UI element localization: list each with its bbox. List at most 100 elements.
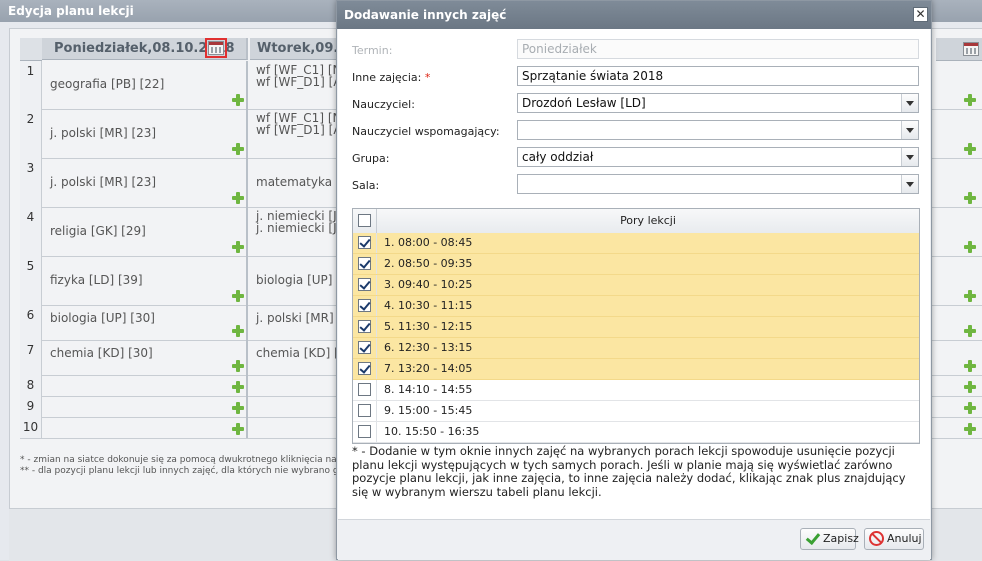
inne-zajecia-label: Inne zajęcia: * xyxy=(352,71,430,84)
add-plus-icon[interactable] xyxy=(964,360,976,372)
add-plus-icon[interactable] xyxy=(232,381,244,393)
period-label: 2. 08:50 - 09:35 xyxy=(384,257,473,270)
add-plus-icon[interactable] xyxy=(232,94,244,106)
period-label: 5. 11:30 - 12:15 xyxy=(384,320,473,333)
row-number: 2 xyxy=(20,109,42,158)
add-plus-icon[interactable] xyxy=(964,423,976,435)
calendar-icon[interactable] xyxy=(205,38,227,58)
period-checkbox-cell xyxy=(353,338,377,358)
grid-footnote-1: * - zmian na siatce dokonuje się za pomo… xyxy=(20,455,379,465)
period-row[interactable]: 1. 08:00 - 08:45 xyxy=(353,233,919,254)
period-label: 8. 14:10 - 14:55 xyxy=(384,383,473,396)
period-label: 7. 13:20 - 14:05 xyxy=(384,362,473,375)
add-plus-icon[interactable] xyxy=(232,290,244,302)
add-plus-icon[interactable] xyxy=(232,402,244,414)
periods-table-header: Pory lekcji xyxy=(353,209,919,234)
cancel-icon xyxy=(869,531,884,546)
period-row[interactable]: 5. 11:30 - 12:15 xyxy=(353,317,919,338)
add-plus-icon[interactable] xyxy=(964,325,976,337)
calendar-icon-right[interactable] xyxy=(963,42,979,56)
lesson-entry: geografia [PB] [22] xyxy=(50,77,165,91)
close-icon[interactable]: ✕ xyxy=(913,7,928,22)
grupa-label: Grupa: xyxy=(352,152,390,165)
period-checkbox[interactable] xyxy=(358,257,371,270)
period-row[interactable]: 7. 13:20 - 14:05 xyxy=(353,359,919,380)
lesson-entry: fizyka [LD] [39] xyxy=(50,272,143,287)
add-plus-icon[interactable] xyxy=(232,241,244,253)
period-row[interactable]: 6. 12:30 - 13:15 xyxy=(353,338,919,359)
chevron-down-icon[interactable] xyxy=(901,94,918,112)
dialog-title-text: Dodawanie innych zajęć xyxy=(344,8,507,22)
row-number: 9 xyxy=(20,396,42,417)
period-checkbox-cell xyxy=(353,359,377,379)
grupa-select-value: cały oddział xyxy=(522,150,594,164)
day1-cell[interactable]: geografia [PB] [22] xyxy=(42,61,248,109)
grid-footnote-2: ** - dla pozycji planu lekcji lub innych… xyxy=(20,466,374,476)
termin-field: Poniedziałek xyxy=(517,39,919,59)
grid-corner xyxy=(20,38,42,61)
row-number: 1 xyxy=(20,61,42,109)
nauczyciel-select[interactable]: Drozdoń Lesław [LD] xyxy=(517,93,919,113)
add-plus-icon[interactable] xyxy=(964,402,976,414)
period-checkbox[interactable] xyxy=(358,278,371,291)
nauczyciel-label: Nauczyciel: xyxy=(352,98,415,111)
period-row[interactable]: 10. 15:50 - 16:35 xyxy=(353,422,919,443)
period-row[interactable]: 8. 14:10 - 14:55 xyxy=(353,380,919,401)
nauczyciel-select-value: Drozdoń Lesław [LD] xyxy=(522,96,646,110)
period-row[interactable]: 9. 15:00 - 15:45 xyxy=(353,401,919,422)
period-checkbox[interactable] xyxy=(358,341,371,354)
add-other-classes-dialog: Dodawanie innych zajęć ✕ Termin: Poniedz… xyxy=(336,0,932,560)
add-plus-icon[interactable] xyxy=(964,143,976,155)
add-plus-icon[interactable] xyxy=(964,192,976,204)
cancel-button[interactable]: Anuluj xyxy=(864,528,924,550)
row-number: 3 xyxy=(20,158,42,207)
chevron-down-icon[interactable] xyxy=(901,148,918,166)
day1-cell[interactable]: biologia [UP] [30] xyxy=(42,305,248,340)
day1-cell[interactable] xyxy=(42,417,248,438)
period-row[interactable]: 3. 09:40 - 10:25 xyxy=(353,275,919,296)
period-row[interactable]: 4. 10:30 - 11:15 xyxy=(353,296,919,317)
day1-cell[interactable]: religia [GK] [29] xyxy=(42,207,248,256)
nauczyciel-wspomagajacy-select[interactable] xyxy=(517,120,919,140)
period-checkbox[interactable] xyxy=(358,404,371,417)
add-plus-icon[interactable] xyxy=(964,290,976,302)
day1-cell[interactable] xyxy=(42,375,248,396)
add-plus-icon[interactable] xyxy=(232,325,244,337)
period-checkbox-cell xyxy=(353,317,377,337)
chevron-down-icon[interactable] xyxy=(901,175,918,193)
day1-cell[interactable]: j. polski [MR] [23] xyxy=(42,158,248,207)
period-checkbox[interactable] xyxy=(358,236,371,249)
save-button[interactable]: Zapisz xyxy=(800,528,859,550)
lesson-entry: religia [GK] [29] xyxy=(50,223,146,238)
period-checkbox[interactable] xyxy=(358,299,371,312)
chevron-down-icon[interactable] xyxy=(901,121,918,139)
dialog-footer: Zapisz Anuluj xyxy=(338,519,930,560)
save-button-label: Zapisz xyxy=(823,532,859,545)
add-plus-icon[interactable] xyxy=(964,381,976,393)
add-plus-icon[interactable] xyxy=(964,94,976,106)
day1-cell[interactable]: fizyka [LD] [39] xyxy=(42,256,248,305)
add-plus-icon[interactable] xyxy=(232,143,244,155)
add-plus-icon[interactable] xyxy=(232,423,244,435)
period-checkbox[interactable] xyxy=(358,383,371,396)
grupa-select[interactable]: cały oddział xyxy=(517,147,919,167)
add-plus-icon[interactable] xyxy=(964,241,976,253)
period-checkbox-cell xyxy=(353,401,377,421)
period-checkbox[interactable] xyxy=(358,320,371,333)
period-row[interactable]: 2. 08:50 - 09:35 xyxy=(353,254,919,275)
inne-zajecia-input[interactable]: Sprzątanie świata 2018 xyxy=(517,66,919,86)
row-number: 6 xyxy=(20,305,42,340)
period-checkbox-cell xyxy=(353,422,377,442)
day1-cell[interactable]: j. polski [MR] [23] xyxy=(42,109,248,158)
period-checkbox[interactable] xyxy=(358,425,371,438)
add-plus-icon[interactable] xyxy=(232,192,244,204)
day1-cell[interactable]: chemia [KD] [30] xyxy=(42,340,248,375)
period-checkbox[interactable] xyxy=(358,362,371,375)
sala-select[interactable] xyxy=(517,174,919,194)
add-plus-icon[interactable] xyxy=(232,360,244,372)
day1-cell[interactable] xyxy=(42,396,248,417)
termin-label: Termin: xyxy=(352,44,393,57)
select-all-checkbox[interactable] xyxy=(358,214,371,227)
lesson-entry: biologia [UP] [30] xyxy=(50,311,155,325)
sala-label: Sala: xyxy=(352,179,380,192)
